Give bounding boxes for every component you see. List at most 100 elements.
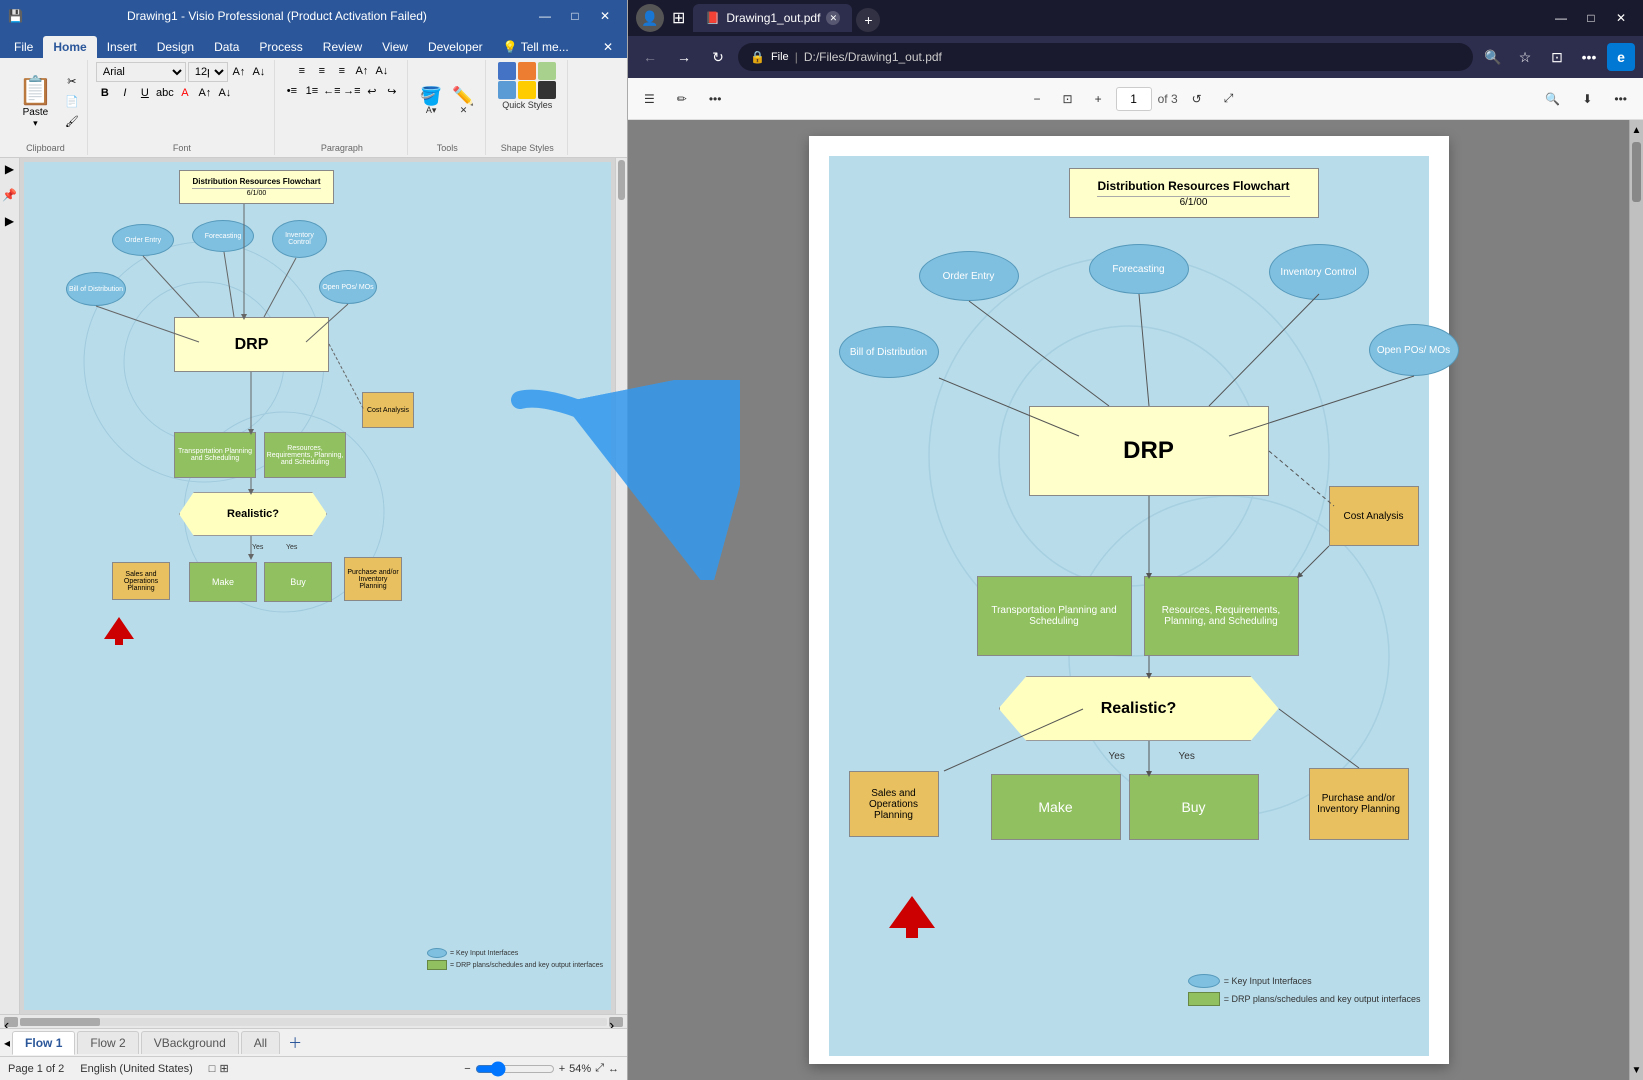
expand-panel-button[interactable]: ▶ <box>5 162 14 176</box>
decrease-font-button[interactable]: A↓ <box>250 63 268 81</box>
scrollbar-thumb[interactable] <box>618 160 625 200</box>
strikethrough-button[interactable]: abc <box>156 84 174 102</box>
scroll-left[interactable]: ‹ <box>4 1017 18 1027</box>
scroll-up-arrow[interactable]: ▲ <box>1630 120 1643 140</box>
close-button[interactable]: ✕ <box>591 2 619 30</box>
zoom-in-pdf-button[interactable]: + <box>1087 85 1110 113</box>
tab-flow2[interactable]: Flow 2 <box>77 1031 138 1054</box>
fit-page-button[interactable]: ⤢ <box>595 1062 604 1075</box>
tab-design[interactable]: Design <box>147 36 204 58</box>
font-size-select[interactable]: 12pt. <box>188 62 228 82</box>
pdf-tab[interactable]: 📕 Drawing1_out.pdf ✕ <box>693 4 852 32</box>
style-swatch-3[interactable] <box>538 62 556 80</box>
decrease-indent-button[interactable]: A↓ <box>216 84 234 102</box>
number-button[interactable]: 1≡ <box>303 82 321 100</box>
tab-view[interactable]: View <box>372 36 418 58</box>
style-swatch-6[interactable] <box>538 81 556 99</box>
pdf-content-area[interactable]: Distribution Resources Flowchart 6/1/00 … <box>628 120 1629 1080</box>
fill-color-button[interactable]: 🪣 A▾ <box>416 85 446 118</box>
copy-button[interactable]: 📄 <box>63 93 81 111</box>
pdf-toc-button[interactable]: ☰ <box>636 85 663 113</box>
tab-review[interactable]: Review <box>313 36 372 58</box>
tab-close-ribbon[interactable]: ✕ <box>593 36 623 58</box>
tab-flow1[interactable]: Flow 1 <box>12 1031 75 1055</box>
tab-file[interactable]: File <box>4 36 43 58</box>
edge-logo[interactable]: e <box>1607 43 1635 71</box>
browser-menu-button[interactable]: ⊞ <box>672 8 685 28</box>
pdf-scrollbar[interactable]: ▲ ▼ <box>1629 120 1643 1080</box>
tab-developer[interactable]: Developer <box>418 36 493 58</box>
line-color-button[interactable]: ✏️ ✕ <box>448 85 478 118</box>
pdf-download-button[interactable]: ⬇ <box>1574 85 1600 113</box>
rotate-button[interactable]: ↺ <box>1184 85 1210 113</box>
browser-minimize-button[interactable]: — <box>1547 4 1575 32</box>
align-center-button[interactable]: ≡ <box>313 62 331 80</box>
zoom-out-pdf-button[interactable]: − <box>1026 85 1049 113</box>
browser-maximize-button[interactable]: □ <box>1577 4 1605 32</box>
profile-avatar[interactable]: 👤 <box>636 4 664 32</box>
star-button[interactable]: ☆ <box>1511 43 1539 71</box>
minimize-button[interactable]: — <box>531 2 559 30</box>
split-view-button[interactable]: ⊡ <box>1543 43 1571 71</box>
bullet-button[interactable]: •≡ <box>283 82 301 100</box>
tab-home[interactable]: Home <box>43 36 96 58</box>
decrease-para-button[interactable]: A↓ <box>373 62 391 80</box>
fit-width-button[interactable]: ↔ <box>608 1063 619 1075</box>
style-swatch-1[interactable] <box>498 62 516 80</box>
scrollbar-track[interactable] <box>20 1018 607 1026</box>
style-swatch-4[interactable] <box>498 81 516 99</box>
forward-button[interactable]: → <box>670 43 698 71</box>
browser-close-button[interactable]: ✕ <box>1607 4 1635 32</box>
tab-data[interactable]: Data <box>204 36 249 58</box>
outdent-button[interactable]: ←≡ <box>323 82 341 100</box>
zoom-slider[interactable] <box>475 1061 555 1077</box>
pdf-search-button[interactable]: 🔍 <box>1537 85 1568 113</box>
paste-button[interactable]: 📋 Paste ▾ <box>10 70 61 133</box>
canvas-scrollbar-right[interactable] <box>615 158 627 1014</box>
pdf-tab-close-button[interactable]: ✕ <box>826 11 840 25</box>
font-color-button[interactable]: A <box>176 84 194 102</box>
normal-view-button[interactable]: □ <box>209 1063 216 1075</box>
refresh-button[interactable]: ↻ <box>704 43 732 71</box>
scroll-track[interactable] <box>1630 140 1643 1060</box>
tab-process[interactable]: Process <box>249 36 312 58</box>
tab-vbackground[interactable]: VBackground <box>141 1031 239 1054</box>
back-button[interactable]: ← <box>636 43 664 71</box>
indent-button[interactable]: →≡ <box>343 82 361 100</box>
align-right-button[interactable]: ≡ <box>333 62 351 80</box>
increase-font-button[interactable]: A↑ <box>230 63 248 81</box>
pdf-tools-more-button[interactable]: ••• <box>701 85 730 113</box>
cut-button[interactable]: ✂ <box>63 73 81 91</box>
horizontal-scrollbar[interactable]: ‹ › <box>0 1014 627 1028</box>
format-painter-button[interactable]: 🖌 <box>63 113 81 131</box>
browser-more-button[interactable]: ••• <box>1575 43 1603 71</box>
tab-insert[interactable]: Insert <box>97 36 147 58</box>
scroll-thumb[interactable] <box>1632 142 1641 202</box>
zoom-browser-button[interactable]: 🔍 <box>1479 43 1507 71</box>
panel-pin-button[interactable]: 📌 <box>2 188 17 202</box>
page-number-input[interactable] <box>1116 87 1152 111</box>
increase-indent-button[interactable]: A↑ <box>196 84 214 102</box>
scroll-right[interactable]: › <box>609 1017 623 1027</box>
scroll-down-arrow[interactable]: ▼ <box>1630 1060 1643 1080</box>
add-sheet-button[interactable]: ＋ <box>282 1033 308 1053</box>
page-fit-button[interactable]: ⤢ <box>1216 85 1242 113</box>
tab-all[interactable]: All <box>241 1031 280 1054</box>
tab-tellme[interactable]: 💡 Tell me... <box>493 36 579 58</box>
align-left-button[interactable]: ≡ <box>293 62 311 80</box>
new-tab-button[interactable]: + <box>856 8 880 32</box>
bold-button[interactable]: B <box>96 84 114 102</box>
zoom-out-button[interactable]: − <box>464 1063 470 1075</box>
rtl-button[interactable]: ↩ <box>363 82 381 100</box>
fit-page-pdf-button[interactable]: ⊡ <box>1055 85 1081 113</box>
underline-button[interactable]: U <box>136 84 154 102</box>
pdf-pen-button[interactable]: ✏ <box>669 85 695 113</box>
pdf-more-button[interactable]: ••• <box>1606 85 1635 113</box>
diagram-canvas[interactable]: Distribution Resources Flowchart 6/1/00 … <box>24 162 611 1010</box>
panel-arrow-button[interactable]: ▶ <box>5 214 14 228</box>
italic-button[interactable]: I <box>116 84 134 102</box>
font-name-select[interactable]: Arial <box>96 62 186 82</box>
address-bar[interactable]: 🔒 File | D:/Files/Drawing1_out.pdf <box>738 43 1473 71</box>
zoom-in-button[interactable]: + <box>559 1063 565 1075</box>
style-swatch-2[interactable] <box>518 62 536 80</box>
